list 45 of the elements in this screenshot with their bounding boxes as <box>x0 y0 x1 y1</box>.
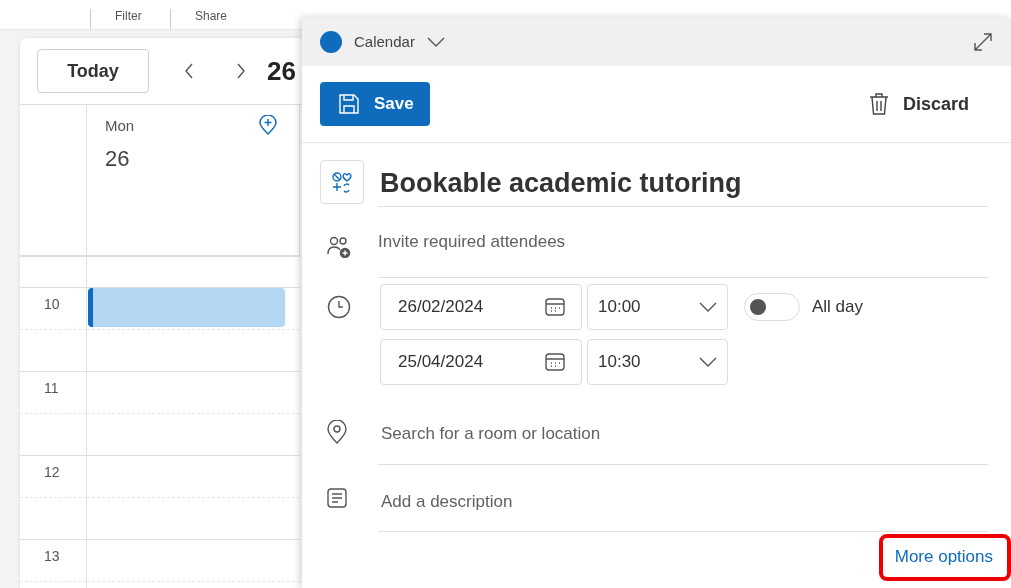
description-icon <box>327 488 347 509</box>
time-dropdown[interactable]: 10:00 <box>587 283 728 330</box>
event-block[interactable] <box>88 288 285 327</box>
description-field[interactable]: Add a description <box>378 465 988 531</box>
calendar-selector[interactable]: Calendar <box>354 30 415 54</box>
chevron-right-icon <box>236 63 246 79</box>
calendar-icon <box>545 296 565 317</box>
save-button[interactable]: Save <box>320 82 430 126</box>
next-button[interactable] <box>236 63 246 79</box>
attendees-field[interactable]: Invite required attendees <box>378 217 988 277</box>
toolbar-item[interactable]: Filter <box>115 9 142 23</box>
today-button[interactable]: Today <box>37 49 149 93</box>
trash-icon <box>868 92 889 116</box>
hour-label: 11 <box>44 380 59 396</box>
add-event-button[interactable] <box>259 115 277 135</box>
hour-label: 13 <box>44 548 60 564</box>
event-title[interactable]: Bookable academic tutoring <box>378 156 742 206</box>
more-options-link[interactable]: More options <box>878 533 1011 581</box>
date-heading: 26 <box>267 54 296 88</box>
weekday-label: Mon <box>105 116 135 136</box>
expand-button[interactable] <box>973 32 993 52</box>
location-icon <box>327 419 347 444</box>
day-number: 26 <box>105 144 130 173</box>
category-button[interactable] <box>320 159 364 204</box>
plus-pin-icon <box>259 115 277 135</box>
chevron-down-icon <box>699 356 717 367</box>
shapes-icon <box>331 170 353 193</box>
chevron-down-icon <box>426 37 445 47</box>
clock-icon <box>327 294 351 319</box>
people-add-icon <box>327 236 351 259</box>
toolbar-item[interactable]: Share <box>195 9 228 23</box>
hour-label: 10 <box>44 296 60 312</box>
time-dropdown[interactable]: 10:30 <box>587 338 728 385</box>
discard-button[interactable]: Discard <box>862 89 975 119</box>
location-field[interactable]: Search for a room or location <box>378 398 988 464</box>
chevron-down-icon <box>699 301 717 312</box>
all-day-label: All day <box>812 295 864 318</box>
chevron-left-icon <box>184 63 194 79</box>
save-icon <box>338 93 360 115</box>
expand-icon <box>973 32 993 52</box>
previous-button[interactable] <box>184 63 194 79</box>
date-field[interactable]: 25/04/2024 <box>380 338 582 385</box>
date-field[interactable]: 26/02/2024 <box>380 283 582 330</box>
calendar-icon <box>545 351 565 372</box>
hour-label: 12 <box>44 464 60 480</box>
